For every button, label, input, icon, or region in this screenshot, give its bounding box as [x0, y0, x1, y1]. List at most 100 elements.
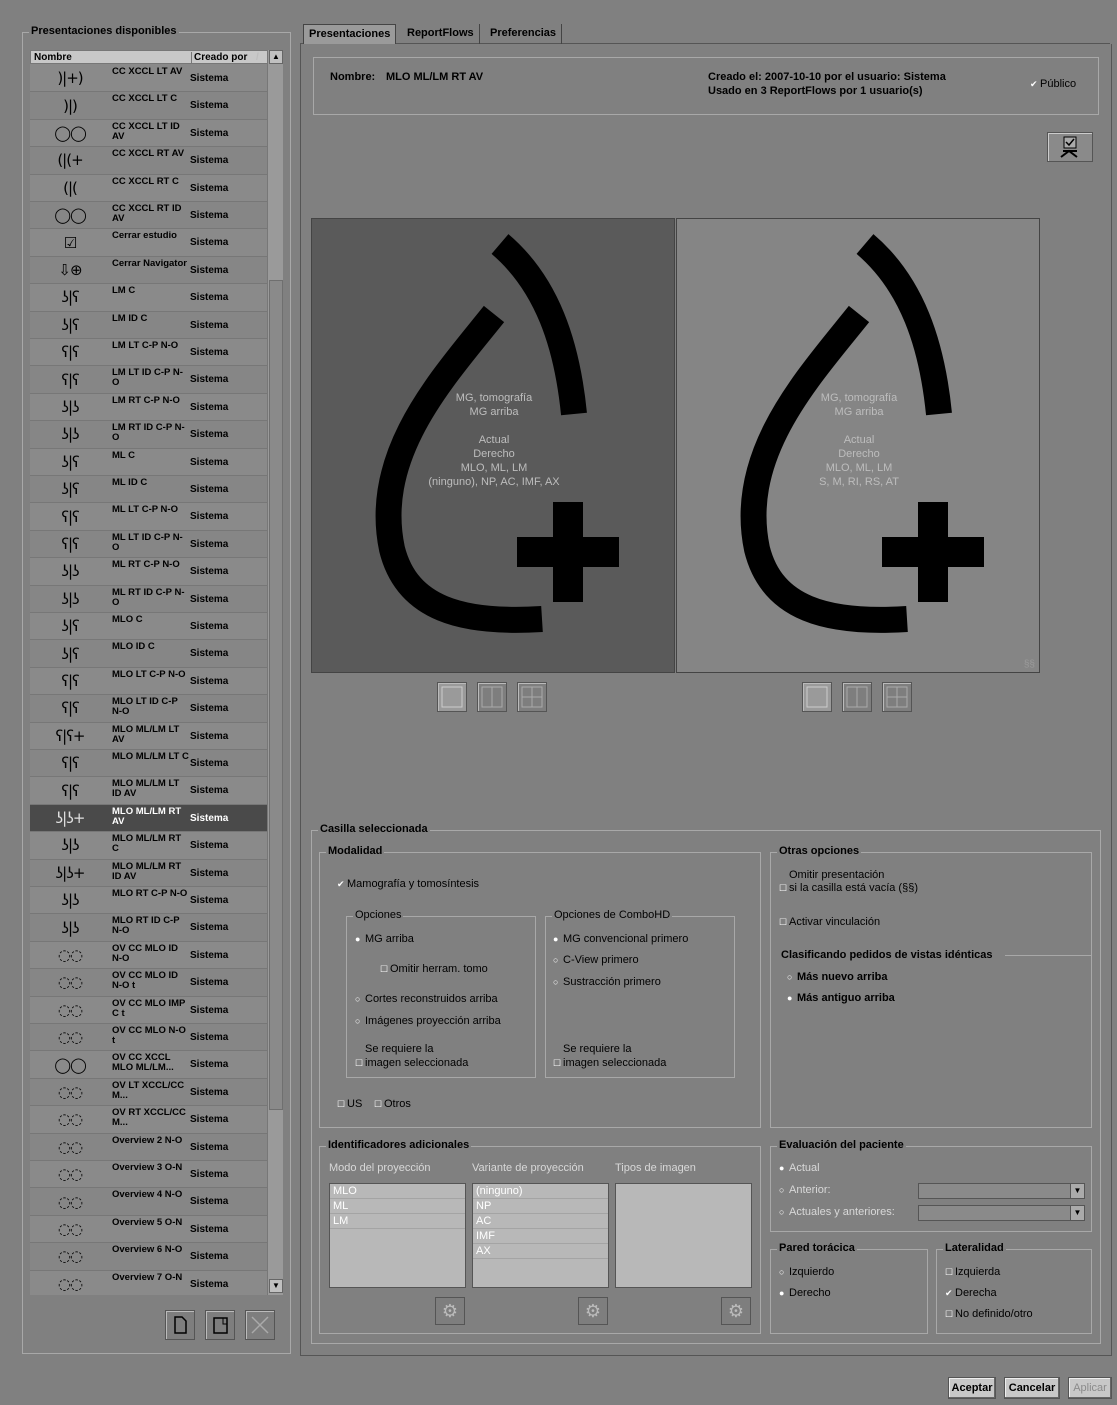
us-checkbox[interactable]: ☐ US	[337, 1098, 362, 1110]
newest-top-radio[interactable]: ○ Más nuevo arriba	[787, 971, 887, 983]
list-item[interactable]: ʖ|ʖ MLO RT C-P N-O Sistema	[30, 887, 267, 915]
list-item[interactable]: ◌◌ OV CC MLO IMP C t Sistema	[30, 997, 267, 1024]
list-item[interactable]: ʖ|ʕ LM C Sistema	[30, 284, 267, 312]
list-item[interactable]: ◯◯ CC XCCL RT ID AV Sistema	[30, 202, 267, 230]
list-item[interactable]: ◯◯ OV CC XCCL MLO ML/LM... Sistema	[30, 1051, 267, 1079]
list-item[interactable]: ʕ|ʕ LM LT ID C-P N-O Sistema	[30, 366, 267, 394]
list-item[interactable]: ʕ|ʕ ML LT ID C-P N-O Sistema	[30, 530, 267, 559]
list-item[interactable]: AX	[473, 1244, 608, 1259]
lat-right-checkbox[interactable]: ✔ Derecha	[945, 1287, 997, 1299]
list-item[interactable]: NP	[473, 1199, 608, 1214]
tools-button[interactable]	[1047, 132, 1093, 162]
list-item[interactable]: MLO	[330, 1184, 465, 1199]
list-item[interactable]: ʖ|ʖ MLO RT ID C-P N-O Sistema	[30, 914, 267, 942]
list-item[interactable]: ʖ|ʖ+ MLO ML/LM RT AV Sistema	[30, 804, 267, 833]
tab-reportflows[interactable]: ReportFlows	[402, 24, 480, 44]
chevron-down-icon[interactable]: ▼	[1070, 1206, 1084, 1220]
require-image-checkbox[interactable]: ☐Se requiere la imagen seleccionada	[355, 1042, 468, 1070]
list-item[interactable]: ʕ|ʕ MLO LT ID C-P N-O Sistema	[30, 695, 267, 723]
list-item[interactable]: ʕ|ʕ+ MLO ML/LM LT AV Sistema	[30, 723, 267, 750]
mammo-tomo-checkbox[interactable]: ✔ Mamografía y tomosíntesis	[337, 878, 479, 890]
image-types-settings-button[interactable]: ⚙	[721, 1297, 751, 1325]
chevron-down-icon[interactable]: ▼	[1070, 1184, 1084, 1198]
cancel-button[interactable]: Cancelar	[1004, 1377, 1060, 1399]
copy-presentation-button[interactable]	[205, 1310, 235, 1340]
list-item[interactable]: (ninguno)	[473, 1184, 608, 1199]
layout-2x2-button[interactable]	[882, 682, 912, 712]
projection-mode-list[interactable]: MLO ML LM	[329, 1183, 466, 1288]
projection-top-radio[interactable]: ○ Imágenes proyección arriba	[355, 1015, 501, 1027]
mg-top-radio[interactable]: ● MG arriba	[355, 933, 414, 945]
tab-presentaciones[interactable]: Presentaciones	[303, 24, 397, 44]
scroll-up-button[interactable]: ▲	[269, 50, 283, 64]
list-item[interactable]: )|) CC XCCL LT C Sistema	[30, 92, 267, 120]
list-item[interactable]: ʕ|ʕ LM LT C-P N-O Sistema	[30, 339, 267, 367]
ok-button[interactable]: Aceptar	[948, 1377, 996, 1399]
lat-undefined-checkbox[interactable]: ☐ No definido/otro	[945, 1308, 1033, 1320]
list-item[interactable]: ʖ|ʕ MLO C Sistema	[30, 613, 267, 641]
mg-conv-radio[interactable]: ● MG convencional primero	[553, 933, 688, 945]
list-item[interactable]: ◌◌ OV CC MLO ID N-O t Sistema	[30, 969, 267, 997]
current-and-prior-select[interactable]: ▼	[918, 1205, 1085, 1221]
list-item[interactable]: ʖ|ʖ MLO ML/LM RT C Sistema	[30, 832, 267, 860]
list-item[interactable]: ʖ|ʖ ML RT ID C-P N-O Sistema	[30, 585, 267, 613]
omit-tomo-checkbox[interactable]: ☐ Omitir herram. tomo	[380, 963, 488, 975]
list-item[interactable]: ⇩⊕ Cerrar Navigator Sistema	[30, 256, 267, 285]
slices-top-radio[interactable]: ○ Cortes reconstruidos arriba	[355, 993, 498, 1005]
list-item[interactable]: )|+) CC XCCL LT AV Sistema	[30, 65, 267, 93]
list-item[interactable]: ʖ|ʖ+ MLO ML/LM RT ID AV Sistema	[30, 859, 267, 887]
list-item[interactable]: ◌◌ OV CC MLO ID N-O Sistema	[30, 942, 267, 970]
layout-1x2-button[interactable]	[842, 682, 872, 712]
chest-left-radio[interactable]: ○ Izquierdo	[779, 1266, 834, 1278]
lat-left-checkbox[interactable]: ☐ Izquierda	[945, 1266, 1000, 1278]
list-item[interactable]: (|(CC XCCL RT C Sistema	[30, 175, 267, 202]
layout-2x2-button[interactable]	[517, 682, 547, 712]
layout-1x1-button[interactable]	[802, 682, 832, 712]
image-types-list[interactable]	[615, 1183, 752, 1288]
projection-variant-settings-button[interactable]: ⚙	[578, 1297, 608, 1325]
list-item[interactable]: ʕ|ʕ MLO ML/LM LT C Sistema	[30, 750, 267, 778]
list-item[interactable]: ʖ|ʖ ML RT C-P N-O Sistema	[30, 558, 267, 586]
current-and-prior-radio[interactable]: ○ Actuales y anteriores:	[779, 1206, 895, 1218]
list-item[interactable]: ◌◌ OV CC MLO N-O t Sistema	[30, 1024, 267, 1052]
list-item[interactable]: ʕ|ʕ ML LT C-P N-O Sistema	[30, 503, 267, 531]
current-radio[interactable]: ● Actual	[779, 1162, 820, 1174]
list-item[interactable]: ◌◌ Overview 4 N-O Sistema	[30, 1188, 267, 1216]
list-item[interactable]: ◯◯ CC XCCL LT ID AV Sistema	[30, 120, 267, 148]
list-item[interactable]: ʖ|ʕ ML C Sistema	[30, 449, 267, 476]
list-item[interactable]: ◌◌ Overview 7 O-N Sistema	[30, 1271, 267, 1295]
link-checkbox[interactable]: ☐ Activar vinculación	[779, 916, 880, 928]
list-item[interactable]: ʕ|ʕ MLO LT C-P N-O Sistema	[30, 668, 267, 696]
layout-1x1-button[interactable]	[437, 682, 467, 712]
list-item[interactable]: ʕ|ʕ MLO ML/LM LT ID AV Sistema	[30, 777, 267, 805]
cview-radio[interactable]: ○ C-View primero	[553, 954, 639, 966]
chest-right-radio[interactable]: ● Derecho	[779, 1287, 831, 1299]
list-item[interactable]: LM	[330, 1214, 465, 1229]
layout-1x2-button[interactable]	[477, 682, 507, 712]
subtraction-radio[interactable]: ○ Sustracción primero	[553, 976, 661, 988]
omit-presentation-checkbox[interactable]: ☐Omitir presentación si la casilla está v…	[779, 869, 918, 895]
others-checkbox[interactable]: ☐ Otros	[374, 1098, 411, 1110]
tab-preferencias[interactable]: Preferencias	[485, 24, 563, 44]
list-item[interactable]: AC	[473, 1214, 608, 1229]
scroll-down-button[interactable]: ▼	[269, 1279, 283, 1293]
projection-mode-settings-button[interactable]: ⚙	[435, 1297, 465, 1325]
require-image-combo-checkbox[interactable]: ☐Se requiere la imagen seleccionada	[553, 1042, 666, 1070]
list-item[interactable]: ☑ Cerrar estudio Sistema	[30, 229, 267, 257]
apply-button[interactable]: Aplicar	[1068, 1377, 1112, 1399]
list-scrollbar[interactable]: ▲ ▼	[267, 50, 283, 1295]
delete-presentation-button[interactable]	[245, 1310, 275, 1340]
list-item[interactable]: ʖ|ʕ ML ID C Sistema	[30, 476, 267, 504]
list-item[interactable]: ML	[330, 1199, 465, 1214]
prior-radio[interactable]: ○ Anterior:	[779, 1184, 831, 1196]
viewport-right[interactable]: MG, tomografía MG arriba Actual Derecho …	[676, 218, 1040, 673]
public-checkbox[interactable]: ✔ Público	[1030, 78, 1076, 90]
list-item[interactable]: ◌◌ Overview 3 O-N Sistema	[30, 1161, 267, 1189]
scroll-thumb[interactable]	[269, 280, 283, 1110]
viewport-left[interactable]: MG, tomografía MG arriba Actual Derecho …	[311, 218, 675, 673]
list-item[interactable]: ʖ|ʖ LM RT ID C-P N-O Sistema	[30, 421, 267, 449]
projection-variant-list[interactable]: (ninguno) NP AC IMF AX	[472, 1183, 609, 1288]
list-item[interactable]: ◌◌ OV LT XCCL/CC M... Sistema	[30, 1078, 267, 1107]
list-item[interactable]: ◌◌ Overview 6 N-O Sistema	[30, 1243, 267, 1271]
list-item[interactable]: ʖ|ʕ MLO ID C Sistema	[30, 640, 267, 668]
